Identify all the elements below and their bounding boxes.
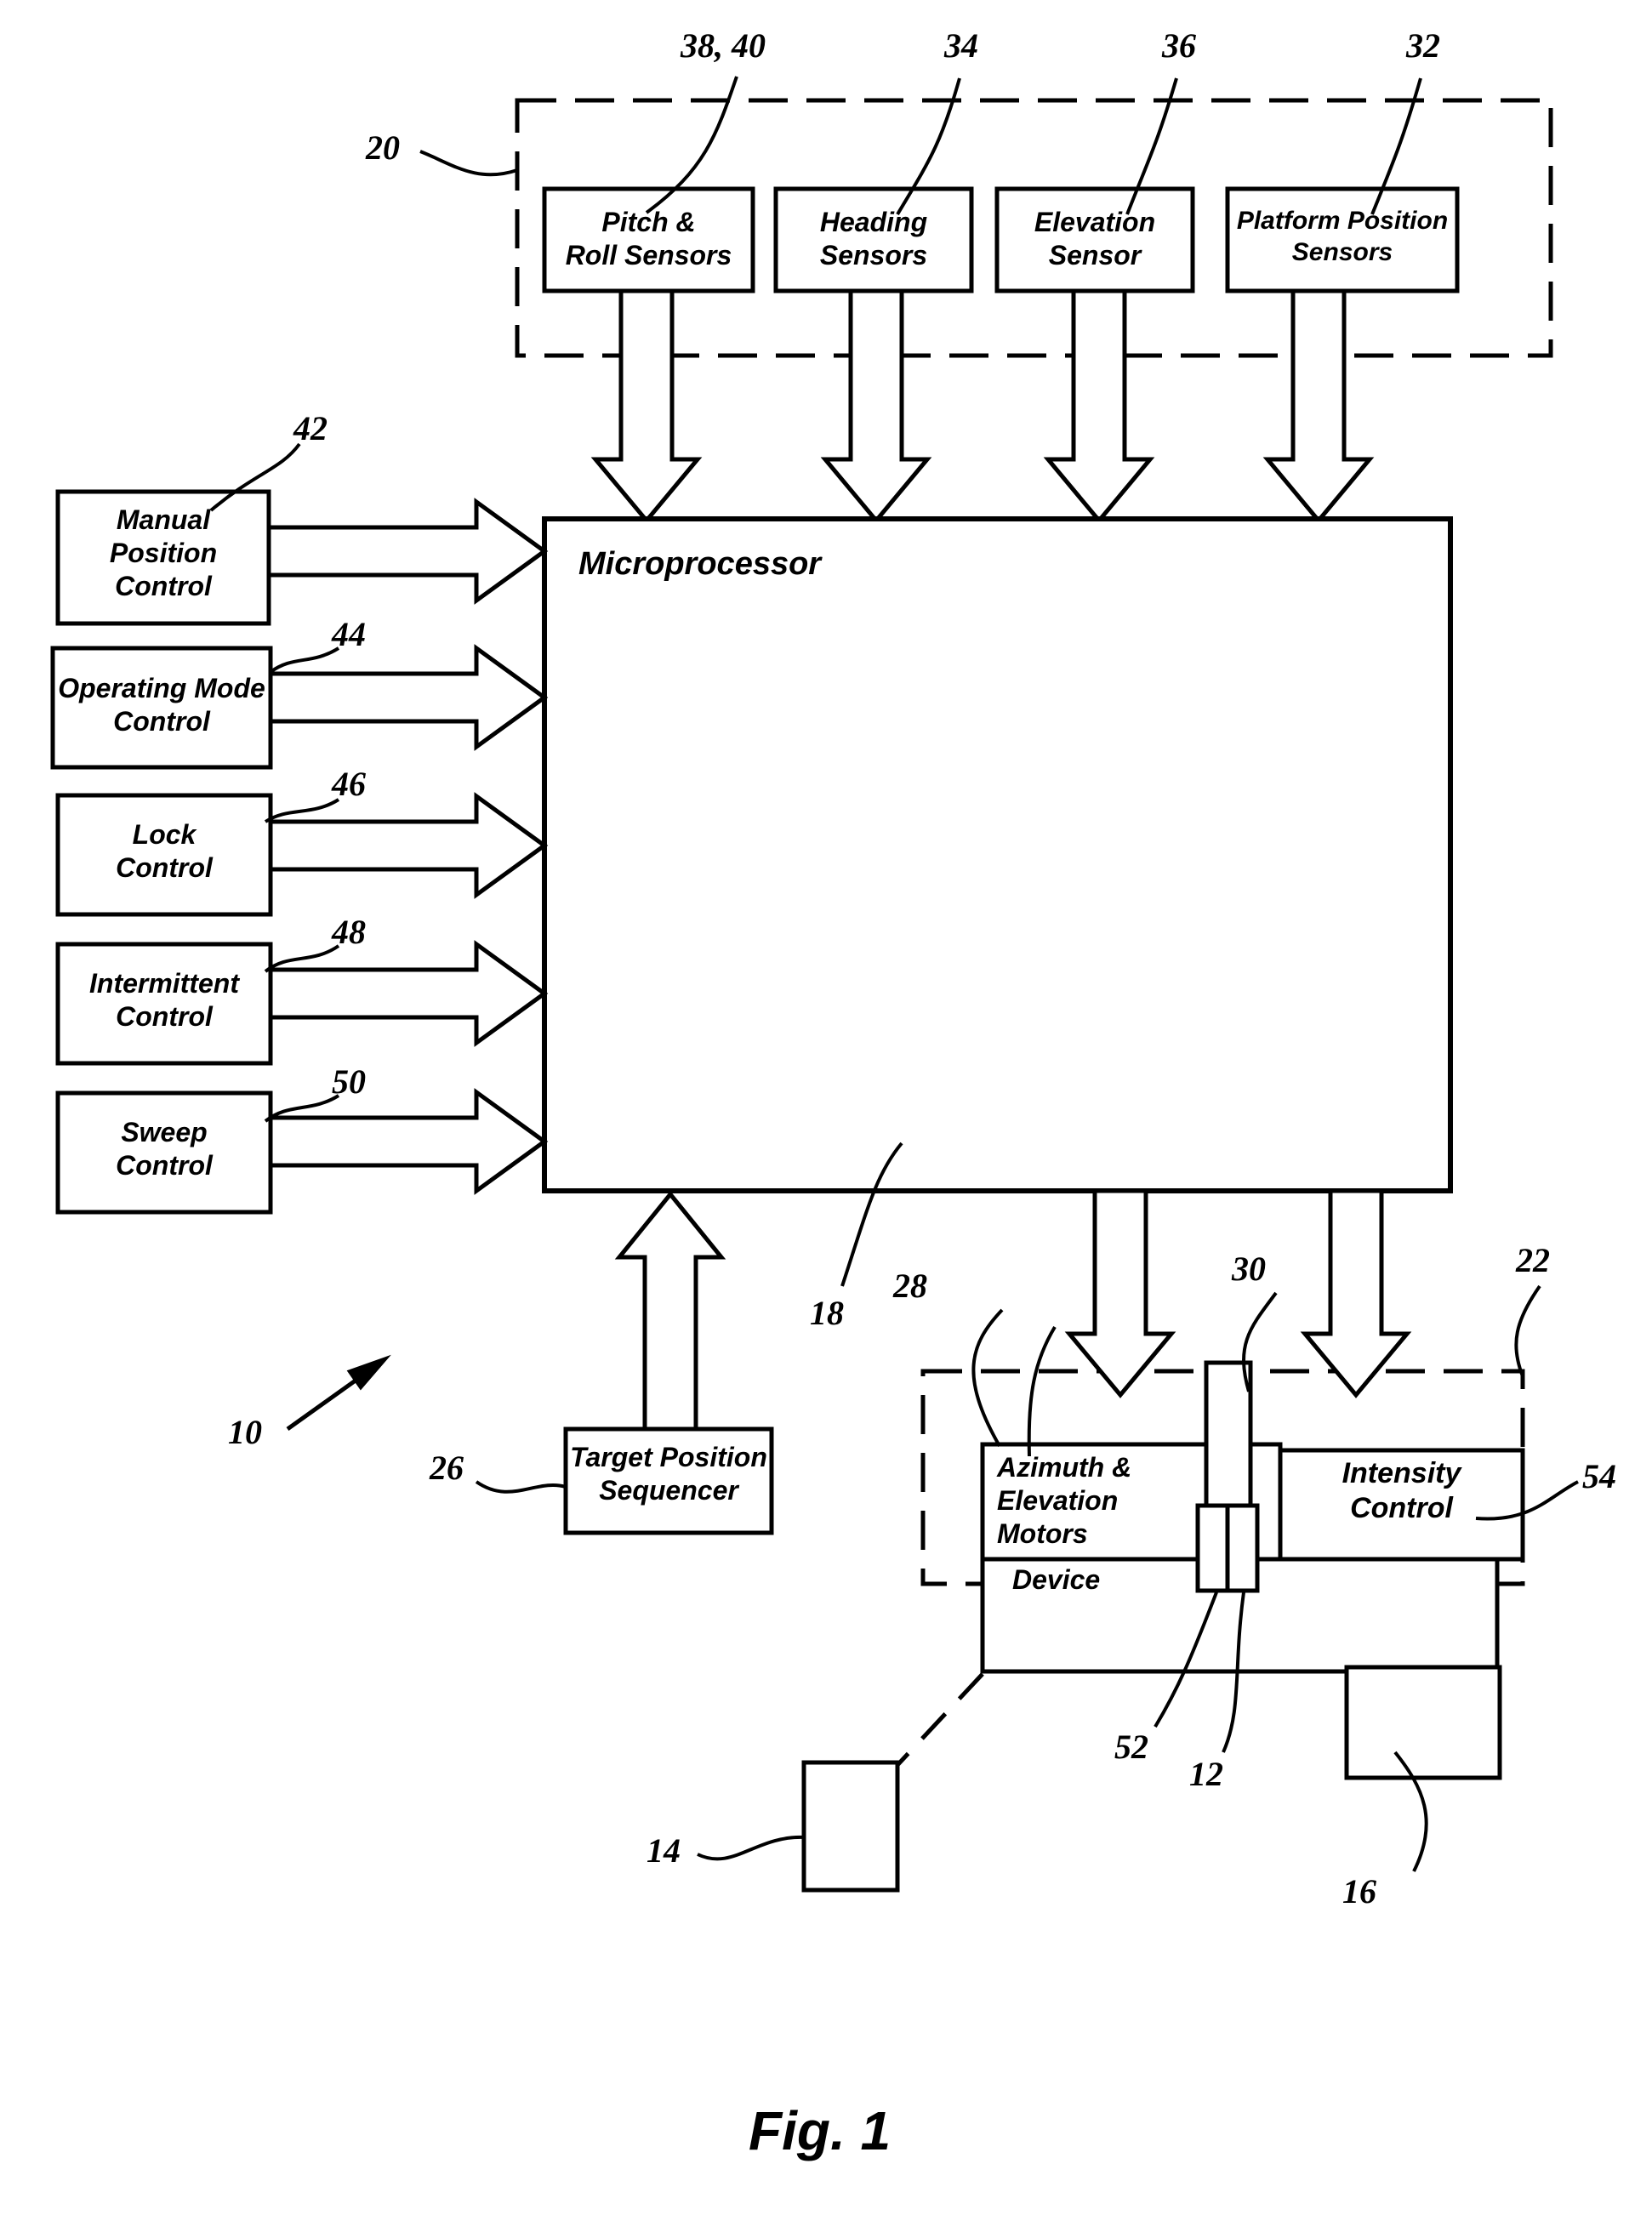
patent-figure-sheet: Pitch & Roll Sensors Heading Sensors Ele…	[0, 0, 1652, 2232]
sensor-box-pitch-roll[interactable]	[542, 186, 755, 293]
beam-dashed-line	[896, 1672, 984, 1767]
leader-device	[1027, 1325, 1057, 1457]
sensor-box-elevation[interactable]	[994, 186, 1195, 293]
arrow-processor-to-intensity	[1300, 1188, 1412, 1398]
arrow-sensors-to-processor-4	[1262, 288, 1375, 524]
arrow-sensors-to-processor-3	[1043, 288, 1155, 524]
sensor-box-heading[interactable]	[773, 186, 974, 293]
target-position-sequencer-box[interactable]	[563, 1426, 774, 1535]
figure-caption: Fig. 1	[749, 2100, 892, 2161]
assembly-pointer-arrow	[286, 1354, 391, 1432]
leader-28	[971, 1308, 1004, 1447]
microprocessor-box[interactable]	[542, 516, 1453, 1193]
leader-22	[1514, 1284, 1541, 1377]
arrow-sequencer-to-processor	[614, 1191, 726, 1432]
control-box-manual-position[interactable]	[55, 489, 271, 626]
arrow-sensors-to-processor-2	[820, 288, 932, 524]
leader-46	[264, 798, 340, 823]
leader-26	[475, 1480, 567, 1494]
leader-20	[419, 150, 518, 177]
arrow-control-to-processor-1	[266, 498, 549, 605]
diagram-vector-layer	[50, 76, 1579, 1893]
output-box-intensity-control[interactable]	[1278, 1448, 1525, 1562]
leader-14	[697, 1835, 805, 1861]
base-block[interactable]	[1344, 1665, 1502, 1780]
arrow-control-to-processor-2	[268, 644, 549, 751]
arrow-processor-to-motors	[1064, 1188, 1176, 1398]
control-box-intermittent[interactable]	[55, 942, 273, 1066]
leader-44	[269, 646, 340, 674]
control-box-operating-mode[interactable]	[50, 646, 273, 770]
arrow-sensors-to-processor-1	[590, 288, 703, 524]
sensor-box-platform-position[interactable]	[1225, 186, 1460, 293]
control-box-sweep[interactable]	[55, 1090, 273, 1215]
arrow-control-to-processor-4	[268, 940, 549, 1047]
target-block[interactable]	[801, 1760, 900, 1893]
control-box-lock[interactable]	[55, 793, 273, 917]
